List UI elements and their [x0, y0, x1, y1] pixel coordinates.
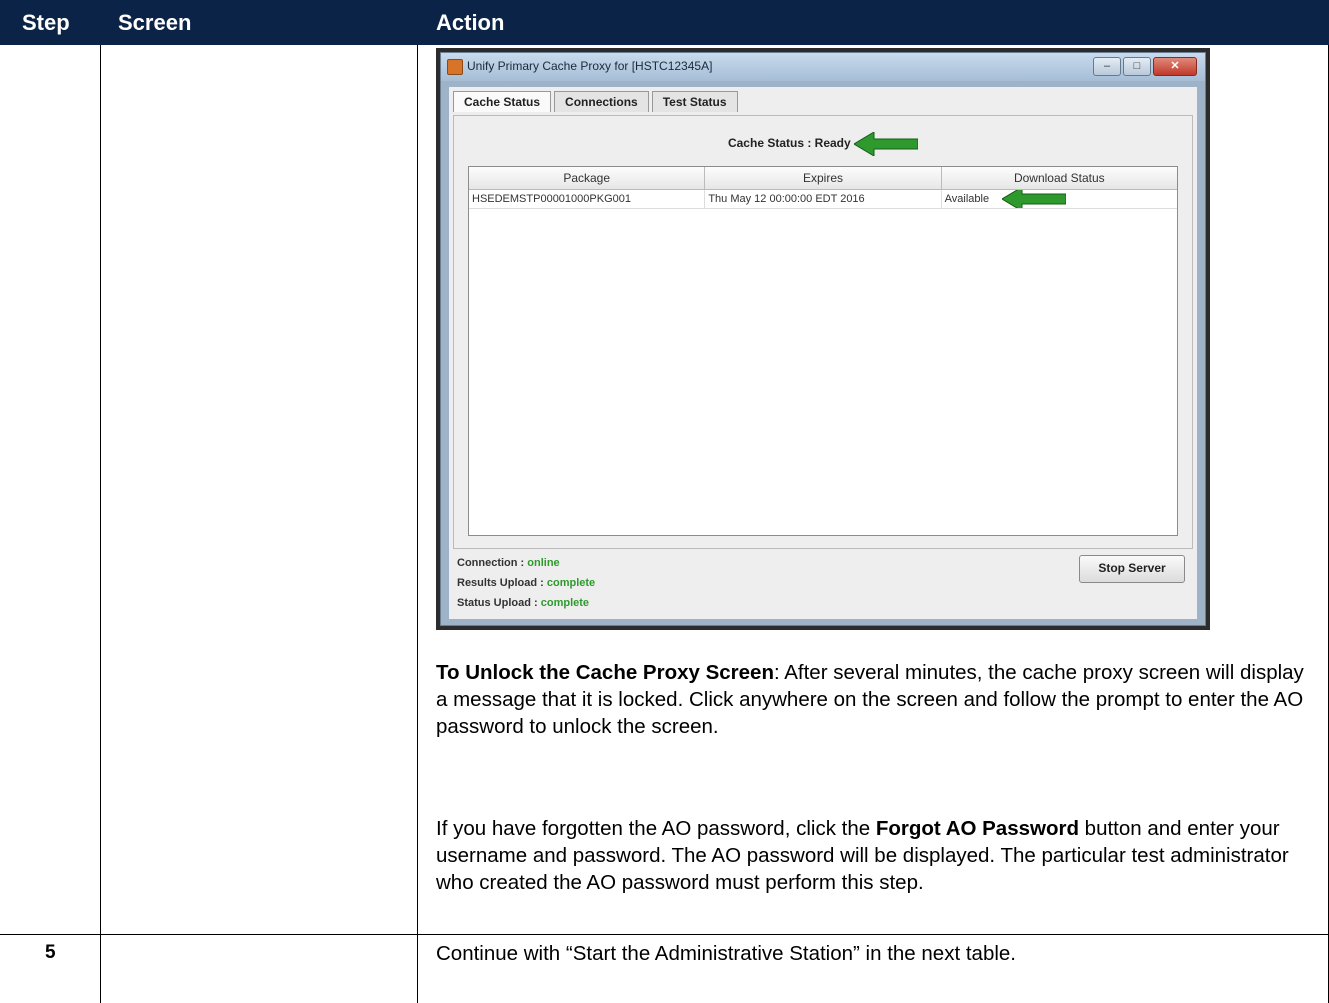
forgot-password-instructions: If you have forgotten the AO password, c…: [436, 817, 1289, 894]
connection-value: online: [527, 557, 560, 569]
status-upload-value: complete: [540, 597, 590, 609]
column-divider: [100, 45, 101, 1003]
procedure-table: Step Screen Action 5 Unify Primary Cache…: [0, 0, 1329, 1003]
row-divider: [0, 934, 1329, 935]
tab-connections[interactable]: Connections: [554, 91, 649, 112]
cache-status-panel: Cache Status : Ready Package Expires Dow…: [453, 115, 1193, 549]
window-client: Cache Status Connections Test Status Cac…: [449, 87, 1197, 619]
status-footer: Connection : online Results Upload : com…: [453, 553, 1193, 615]
column-expires[interactable]: Expires: [705, 167, 942, 189]
green-arrow-icon: [1001, 190, 1066, 208]
column-package[interactable]: Package: [469, 167, 706, 189]
expires-cell: Thu May 12 00:00:00 EDT 2016: [705, 190, 942, 208]
close-icon[interactable]: ✕: [1153, 57, 1197, 76]
window-titlebar: Unify Primary Cache Proxy for [HSTC12345…: [441, 53, 1205, 81]
column-divider: [417, 45, 418, 1003]
header-step: Step: [0, 0, 100, 45]
minimize-icon[interactable]: –: [1093, 57, 1121, 76]
forgot-ao-password-label: Forgot AO Password: [875, 817, 1079, 840]
cache-proxy-window: Unify Primary Cache Proxy for [HSTC12345…: [440, 52, 1206, 626]
column-download-status[interactable]: Download Status: [942, 167, 1177, 189]
window-controls: – □ ✕: [1093, 57, 1197, 76]
tab-strip: Cache Status Connections Test Status: [453, 91, 741, 112]
header-action: Action: [417, 0, 1329, 45]
cache-status-line: Cache Status : Ready: [454, 132, 1192, 156]
tab-test-status[interactable]: Test Status: [651, 91, 738, 112]
grid-header: Package Expires Download Status: [469, 167, 1177, 190]
header-screen: Screen: [100, 0, 417, 45]
java-app-icon: [447, 59, 463, 75]
continue-instructions: Continue with “Start the Administrative …: [436, 942, 1016, 965]
cache-proxy-screenshot: Unify Primary Cache Proxy for [HSTC12345…: [436, 48, 1210, 630]
status-upload-status: Status Upload : complete: [457, 597, 590, 609]
tab-cache-status[interactable]: Cache Status: [453, 91, 552, 112]
cache-status-text: Cache Status : Ready: [727, 136, 851, 151]
package-cell: HSEDEMSTP00001000PKG001: [469, 190, 706, 208]
step-number: 5: [45, 942, 56, 963]
green-arrow-icon: [854, 132, 919, 156]
unlock-instructions: To Unlock the Cache Proxy Screen: After …: [436, 659, 1306, 740]
maximize-icon[interactable]: □: [1123, 57, 1151, 76]
window-title: Unify Primary Cache Proxy for [HSTC12345…: [467, 59, 713, 73]
stop-server-button[interactable]: Stop Server: [1079, 555, 1185, 583]
unlock-heading: To Unlock the Cache Proxy Screen: [436, 661, 774, 684]
download-status-cell: Available: [942, 190, 1177, 208]
download-status-value: Available: [944, 193, 990, 205]
package-grid: Package Expires Download Status HSEDEMST…: [468, 166, 1178, 536]
results-upload-value: complete: [546, 577, 596, 589]
table-row[interactable]: HSEDEMSTP00001000PKG001 Thu May 12 00:00…: [469, 190, 1177, 209]
